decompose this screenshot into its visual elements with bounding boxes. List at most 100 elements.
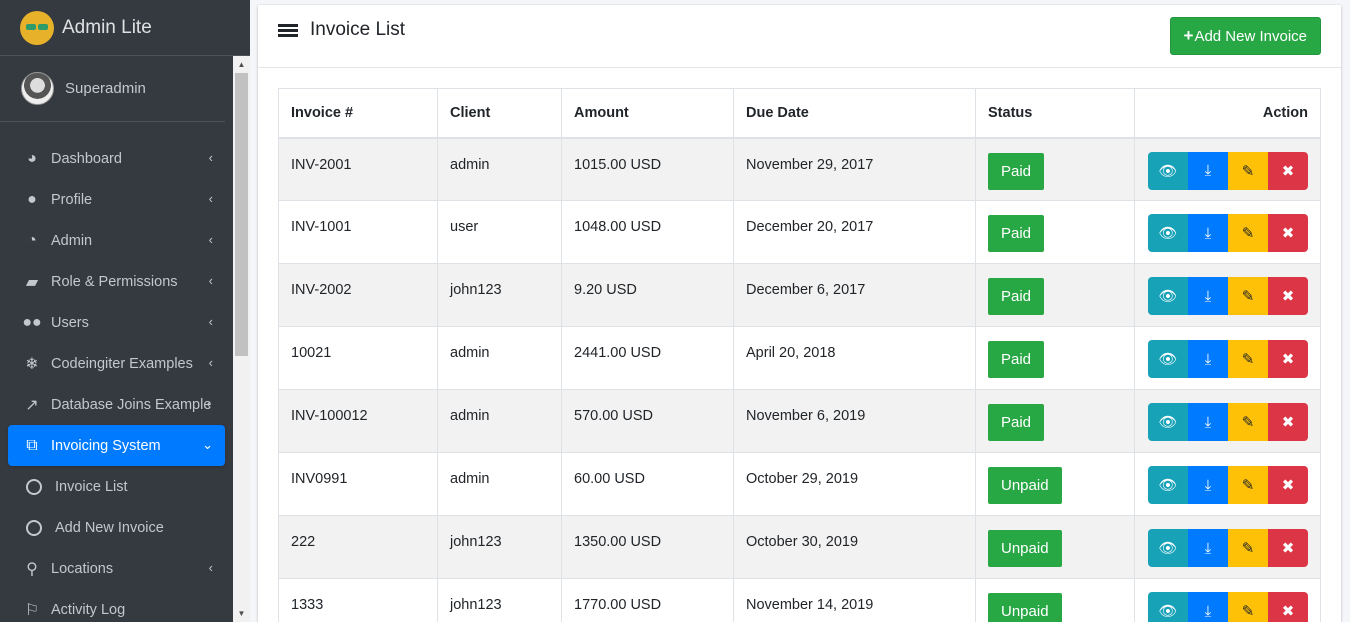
cell-actions: 👁 ⤓ ✎ ✖ [1134,515,1321,579]
scroll-up-arrow-icon[interactable]: ▲ [233,56,250,73]
close-icon: ✖ [1281,477,1295,494]
dashboard-icon: ◕ [27,149,37,167]
sidebar-item-dashboard[interactable]: ◕ Dashboard ‹ [8,138,225,179]
delete-button[interactable]: ✖ [1268,214,1308,252]
copy-icon: ⧉ [26,436,38,454]
cell-invoice: 222 [278,515,438,579]
cell-client: user [437,200,562,264]
download-icon: ⤓ [1204,413,1212,431]
status-badge: Paid [988,215,1045,252]
download-button[interactable]: ⤓ [1188,277,1228,315]
action-button-group: 👁 ⤓ ✎ ✖ [1148,151,1320,190]
table-row: INV-2001 admin 1015.00 USD November 29, 201… [278,137,1321,201]
delete-button[interactable]: ✖ [1268,466,1308,504]
user-panel[interactable]: Superadmin [0,56,225,122]
sidebar-item-label: Codeingiter Examples [51,355,193,372]
eye-icon: 👁 [1158,414,1178,431]
sidebar-item-database-joins[interactable]: ↗ Database Joins Example ‹ [8,384,225,425]
scrollbar-thumb[interactable] [235,73,248,356]
download-button[interactable]: ⤓ [1188,466,1228,504]
edit-button[interactable]: ✎ [1228,214,1268,252]
sidebar-item-users[interactable]: ●● Users ‹ [8,302,225,343]
close-icon: ✖ [1281,414,1295,431]
sidebar-item-add-new-invoice[interactable]: Add New Invoice [8,507,225,548]
add-new-invoice-button[interactable]: + Add New Invoice [1169,17,1321,55]
cell-status: Unpaid [975,578,1135,622]
column-header-client[interactable]: Client [437,88,562,139]
user-icon: ● [27,190,37,208]
view-button[interactable]: 👁 [1148,466,1188,504]
view-button[interactable]: 👁 [1148,214,1188,252]
column-header-status[interactable]: Status [975,88,1135,139]
view-button[interactable]: 👁 [1148,403,1188,441]
column-header-amount[interactable]: Amount [561,88,734,139]
cell-amount: 9.20 USD [561,263,734,327]
edit-button[interactable]: ✎ [1228,151,1268,190]
sidebar-item-label: Locations [51,560,114,577]
view-button[interactable]: 👁 [1148,340,1188,378]
sidebar-item-invoice-list[interactable]: Invoice List [8,466,225,507]
delete-button[interactable]: ✖ [1268,340,1308,378]
view-button[interactable]: 👁 [1148,529,1188,567]
edit-button[interactable]: ✎ [1228,403,1268,441]
cell-amount: 1048.00 USD [561,200,734,264]
cell-actions: 👁 ⤓ ✎ ✖ [1134,452,1321,516]
eye-icon: 👁 [1158,288,1178,305]
download-button[interactable]: ⤓ [1188,214,1228,252]
delete-button[interactable]: ✖ [1268,403,1308,441]
sidebar-item-locations[interactable]: ⚲ Locations ‹ [8,548,225,589]
chevron-left-icon: ‹ [208,232,213,247]
delete-button[interactable]: ✖ [1268,277,1308,315]
close-icon: ✖ [1281,225,1295,242]
download-button[interactable]: ⤓ [1188,529,1228,567]
cell-amount: 60.00 USD [561,452,734,516]
chevron-left-icon: ‹ [208,314,213,329]
cell-due-date: October 29, 2019 [733,452,976,516]
sidebar-item-activity-log[interactable]: ⚐ Activity Log [8,589,225,622]
cell-invoice: 1333 [278,578,438,622]
download-icon: ⤓ [1204,287,1212,305]
download-button[interactable]: ⤓ [1188,403,1228,441]
scroll-down-arrow-icon[interactable]: ▼ [233,605,250,622]
delete-button[interactable]: ✖ [1268,592,1308,622]
edit-button[interactable]: ✎ [1228,340,1268,378]
invoice-table: Invoice # Client Amount Due Date Status … [278,88,1321,622]
sidebar-item-role-permissions[interactable]: ▰ Role & Permissions ‹ [8,261,225,302]
chevron-left-icon: ‹ [206,396,211,411]
sidebar-item-codeigniter-examples[interactable]: ❄ Codeingiter Examples ‹ [8,343,225,384]
sidebar-item-admin[interactable]: ◔ Admin ‹ [8,220,225,261]
action-button-group: 👁 ⤓ ✎ ✖ [1148,403,1320,441]
sidebar-item-label: Role & Permissions [51,273,178,290]
download-button[interactable]: ⤓ [1188,340,1228,378]
edit-button[interactable]: ✎ [1228,466,1268,504]
column-header-invoice[interactable]: Invoice # [278,88,438,139]
view-button[interactable]: 👁 [1148,151,1188,190]
cell-due-date: December 20, 2017 [733,200,976,264]
download-button[interactable]: ⤓ [1188,592,1228,622]
sidebar-item-label: Dashboard [51,150,122,167]
sidebar-item-profile[interactable]: ● Profile ‹ [8,179,225,220]
cell-client: john123 [437,578,562,622]
view-button[interactable]: 👁 [1148,592,1188,622]
book-icon: ▰ [25,273,39,291]
close-icon: ✖ [1281,540,1295,557]
edit-button[interactable]: ✎ [1228,529,1268,567]
view-button[interactable]: 👁 [1148,277,1188,315]
eye-icon: 👁 [1158,603,1178,620]
circle-icon [26,519,42,536]
download-button[interactable]: ⤓ [1188,151,1228,190]
sidebar-scrollbar[interactable]: ▲ ▼ [233,56,250,622]
delete-button[interactable]: ✖ [1268,529,1308,567]
edit-button[interactable]: ✎ [1228,592,1268,622]
delete-button[interactable]: ✖ [1268,151,1308,190]
cell-amount: 1350.00 USD [561,515,734,579]
table-row: 10021 admin 2441.00 USD April 20, 2018 Paid 👁… [278,326,1321,390]
eye-icon: 👁 [1158,162,1178,180]
brand-link[interactable]: Admin Lite [0,0,250,56]
column-header-due-date[interactable]: Due Date [733,88,976,139]
edit-button[interactable]: ✎ [1228,277,1268,315]
cell-amount: 1770.00 USD [561,578,734,622]
cell-invoice: INV-1001 [278,200,438,264]
sidebar-item-invoicing-system[interactable]: ⧉ Invoicing System ⌄ [8,425,225,466]
sidebar-item-label: Invoicing System [51,437,161,454]
